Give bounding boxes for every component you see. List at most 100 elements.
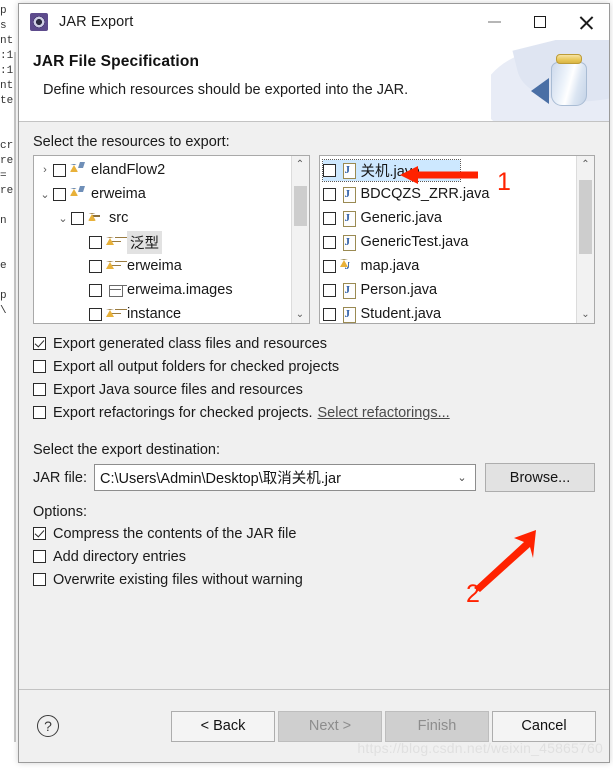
export-option-checkbox[interactable]	[33, 383, 46, 396]
row-checkbox[interactable]	[53, 187, 66, 201]
annotation-arrow-1	[400, 166, 478, 184]
select-refactorings-link[interactable]: Select refactorings...	[318, 405, 450, 421]
jar-export-icon	[30, 13, 48, 31]
jar-file-input[interactable]: C:\Users\Admin\Desktop\取消关机.jar	[100, 467, 449, 488]
row-label: src	[109, 210, 129, 226]
expand-chevron-icon[interactable]: ›	[37, 164, 53, 176]
tree-item[interactable]: ⌄ src	[34, 206, 291, 230]
jar-jug-icon	[491, 40, 609, 121]
export-option-row[interactable]: Export generated class files and resourc…	[33, 332, 595, 355]
row-checkbox[interactable]	[322, 187, 336, 201]
export-option-label: Export refactorings for checked projects…	[53, 404, 313, 421]
project-icon	[70, 186, 87, 202]
row-checkbox[interactable]	[53, 163, 66, 177]
browse-button[interactable]: Browse...	[485, 463, 595, 492]
close-icon	[579, 15, 594, 30]
finish-button: Finish	[385, 710, 489, 742]
row-checkbox[interactable]	[89, 235, 102, 249]
row-label: Student.java	[360, 306, 442, 322]
resource-tree-pane[interactable]: › elandFlow2 ⌄ erweima ⌄ src 泛型 erweima erweima.…	[33, 155, 310, 324]
chevron-down-icon[interactable]: ⌄	[449, 471, 475, 484]
scroll-up-icon[interactable]: ⌃	[292, 156, 309, 173]
export-option-row[interactable]: Export all output folders for checked pr…	[33, 355, 595, 378]
tree-scrollbar[interactable]: ⌃ ⌄	[290, 156, 309, 323]
resources-label: Select the resources to export:	[33, 134, 230, 150]
row-checkbox[interactable]	[89, 259, 102, 273]
row-label: 泛型	[127, 230, 162, 254]
java-file-icon	[341, 306, 357, 323]
export-option-label: Export all output folders for checked pr…	[53, 358, 340, 375]
scroll-down-icon[interactable]: ⌄	[577, 306, 594, 323]
java-file-icon	[341, 282, 357, 299]
tree-scrollbar-thumb[interactable]	[293, 186, 307, 226]
tree-item[interactable]: › elandFlow2	[34, 158, 291, 182]
row-checkbox[interactable]	[322, 259, 336, 273]
tree-item[interactable]: erweima.images	[34, 278, 291, 302]
help-button[interactable]: ?	[37, 715, 59, 737]
annotation-marker-1: 1	[497, 168, 511, 196]
tree-item[interactable]: 泛型	[34, 230, 291, 254]
file-scrollbar-thumb[interactable]	[579, 180, 592, 254]
export-option-row[interactable]: Export Java source files and resources	[33, 378, 595, 401]
row-checkbox[interactable]	[71, 211, 84, 225]
minimize-button[interactable]	[471, 4, 517, 40]
row-label: Person.java	[360, 282, 438, 298]
file-list-item[interactable]: GenericTest.java	[320, 230, 577, 254]
close-button[interactable]	[563, 4, 609, 40]
tree-item[interactable]: erweima	[34, 254, 291, 278]
scroll-up-icon[interactable]: ⌃	[577, 156, 594, 173]
row-label: BDCQZS_ZRR.java	[360, 186, 490, 202]
file-list-item[interactable]: Generic.java	[320, 206, 577, 230]
export-options-group: Export generated class files and resourc…	[33, 332, 595, 424]
option-checkbox[interactable]	[33, 550, 46, 563]
jar-file-combo[interactable]: C:\Users\Admin\Desktop\取消关机.jar ⌄	[94, 464, 476, 491]
file-list-item[interactable]: BDCQZS_ZRR.java	[320, 182, 577, 206]
java-file-icon	[341, 234, 357, 251]
row-checkbox[interactable]	[89, 283, 102, 297]
tree-item[interactable]: instance	[34, 302, 291, 323]
export-option-checkbox[interactable]	[33, 406, 46, 419]
row-label: Generic.java	[360, 210, 442, 226]
package-icon	[106, 234, 123, 250]
row-checkbox[interactable]	[322, 283, 336, 297]
export-option-checkbox[interactable]	[33, 337, 46, 350]
option-label: Overwrite existing files without warning	[53, 571, 303, 588]
file-list-item[interactable]: map.java	[320, 254, 577, 278]
resource-tree[interactable]: › elandFlow2 ⌄ erweima ⌄ src 泛型 erweima erweima.…	[34, 156, 291, 323]
file-list-item[interactable]: Student.java	[320, 302, 577, 323]
row-label: instance	[127, 306, 182, 322]
row-checkbox[interactable]	[322, 211, 336, 225]
export-option-label: Export generated class files and resourc…	[53, 335, 328, 352]
empty-package-icon	[107, 282, 123, 298]
row-label: GenericTest.java	[360, 234, 469, 250]
wizard-header: JAR File Specification Define which reso…	[19, 40, 609, 122]
title-bar: JAR Export	[19, 4, 609, 40]
row-checkbox[interactable]	[322, 235, 336, 249]
file-list-item[interactable]: Person.java	[320, 278, 577, 302]
row-label: map.java	[360, 258, 420, 274]
export-option-label: Export Java source files and resources	[53, 381, 303, 398]
file-scrollbar[interactable]: ⌃ ⌄	[576, 156, 594, 323]
collapse-chevron-icon[interactable]: ⌄	[55, 212, 71, 225]
row-checkbox[interactable]	[322, 163, 336, 177]
package-icon	[106, 306, 123, 322]
row-checkbox[interactable]	[322, 307, 336, 321]
option-checkbox[interactable]	[33, 573, 46, 586]
back-button[interactable]: < Back	[171, 710, 275, 742]
annotation-arrow-2	[474, 530, 536, 592]
option-label: Add directory entries	[53, 548, 186, 565]
export-option-row[interactable]: Export refactorings for checked projects…	[33, 401, 595, 424]
minimize-icon	[487, 21, 501, 23]
tree-item[interactable]: ⌄ erweima	[34, 182, 291, 206]
scroll-down-icon[interactable]: ⌄	[292, 306, 309, 323]
export-option-checkbox[interactable]	[33, 360, 46, 373]
collapse-chevron-icon[interactable]: ⌄	[37, 188, 53, 201]
java-file-icon	[341, 186, 357, 203]
java-file-icon	[341, 210, 357, 227]
maximize-button[interactable]	[517, 4, 563, 40]
cancel-button[interactable]: Cancel	[492, 710, 596, 742]
row-checkbox[interactable]	[89, 307, 102, 321]
jar-export-dialog: JAR Export JAR File Specification Define…	[18, 3, 610, 763]
option-checkbox[interactable]	[33, 527, 46, 540]
java-file-icon	[341, 162, 357, 179]
